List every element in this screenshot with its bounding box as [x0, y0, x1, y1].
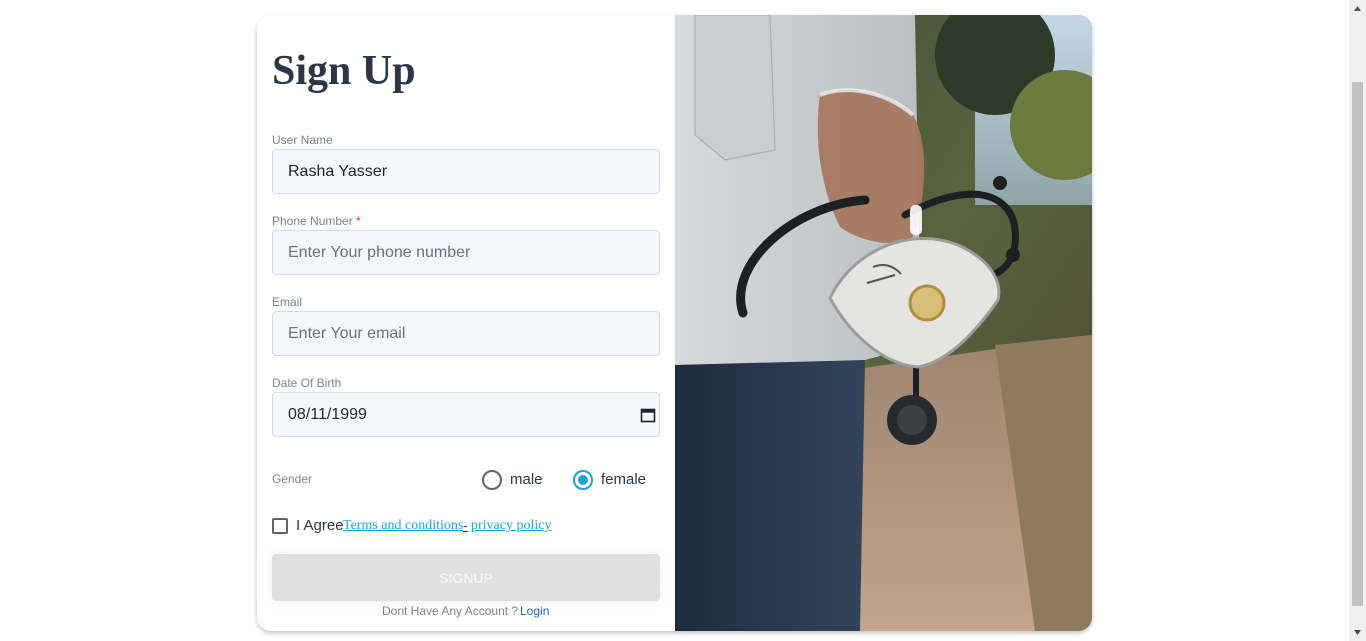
- page: Sign Up User Name Phone Number * Email D…: [0, 0, 1366, 641]
- username-label: User Name: [272, 133, 333, 147]
- calendar-icon[interactable]: [640, 407, 656, 423]
- scroll-down-icon[interactable]: [1353, 627, 1362, 636]
- phone-input[interactable]: [272, 230, 660, 275]
- dob-value: 08/11/1999: [288, 406, 367, 423]
- gender-female-label[interactable]: female: [601, 471, 646, 488]
- photo-illustration: [675, 15, 1092, 631]
- privacy-link[interactable]: privacy policy: [471, 518, 551, 534]
- gender-label: Gender: [272, 472, 313, 486]
- scroll-thumb[interactable]: [1352, 82, 1363, 606]
- phone-label: Phone Number *: [272, 214, 361, 228]
- phone-label-text: Phone Number: [272, 214, 353, 228]
- gender-female-radio[interactable]: [573, 470, 593, 490]
- gender-male-label[interactable]: male: [510, 471, 543, 488]
- account-prompt: Dont Have Any Account ?: [382, 604, 519, 618]
- terms-link[interactable]: Terms and conditions: [343, 518, 463, 534]
- signup-card: Sign Up User Name Phone Number * Email D…: [257, 15, 1092, 631]
- doctor-photo: [675, 15, 1092, 631]
- agree-checkbox[interactable]: [272, 518, 288, 534]
- email-input[interactable]: [272, 311, 660, 356]
- signup-form: Sign Up User Name Phone Number * Email D…: [257, 15, 675, 631]
- email-label: Email: [272, 295, 303, 309]
- signup-button[interactable]: SignUp: [272, 554, 660, 601]
- dob-input[interactable]: 08/11/1999: [272, 392, 660, 437]
- gender-male-radio[interactable]: [482, 470, 502, 490]
- login-link[interactable]: Login: [520, 604, 549, 618]
- page-scrollbar[interactable]: [1349, 0, 1366, 641]
- dob-label: Date Of Birth: [272, 376, 342, 390]
- terms-separator: -: [463, 517, 468, 533]
- agree-text: I Agree: [296, 517, 344, 534]
- required-mark: *: [356, 214, 361, 228]
- page-title: Sign Up: [272, 48, 416, 94]
- scroll-up-icon[interactable]: [1353, 5, 1362, 14]
- username-input[interactable]: [272, 149, 660, 194]
